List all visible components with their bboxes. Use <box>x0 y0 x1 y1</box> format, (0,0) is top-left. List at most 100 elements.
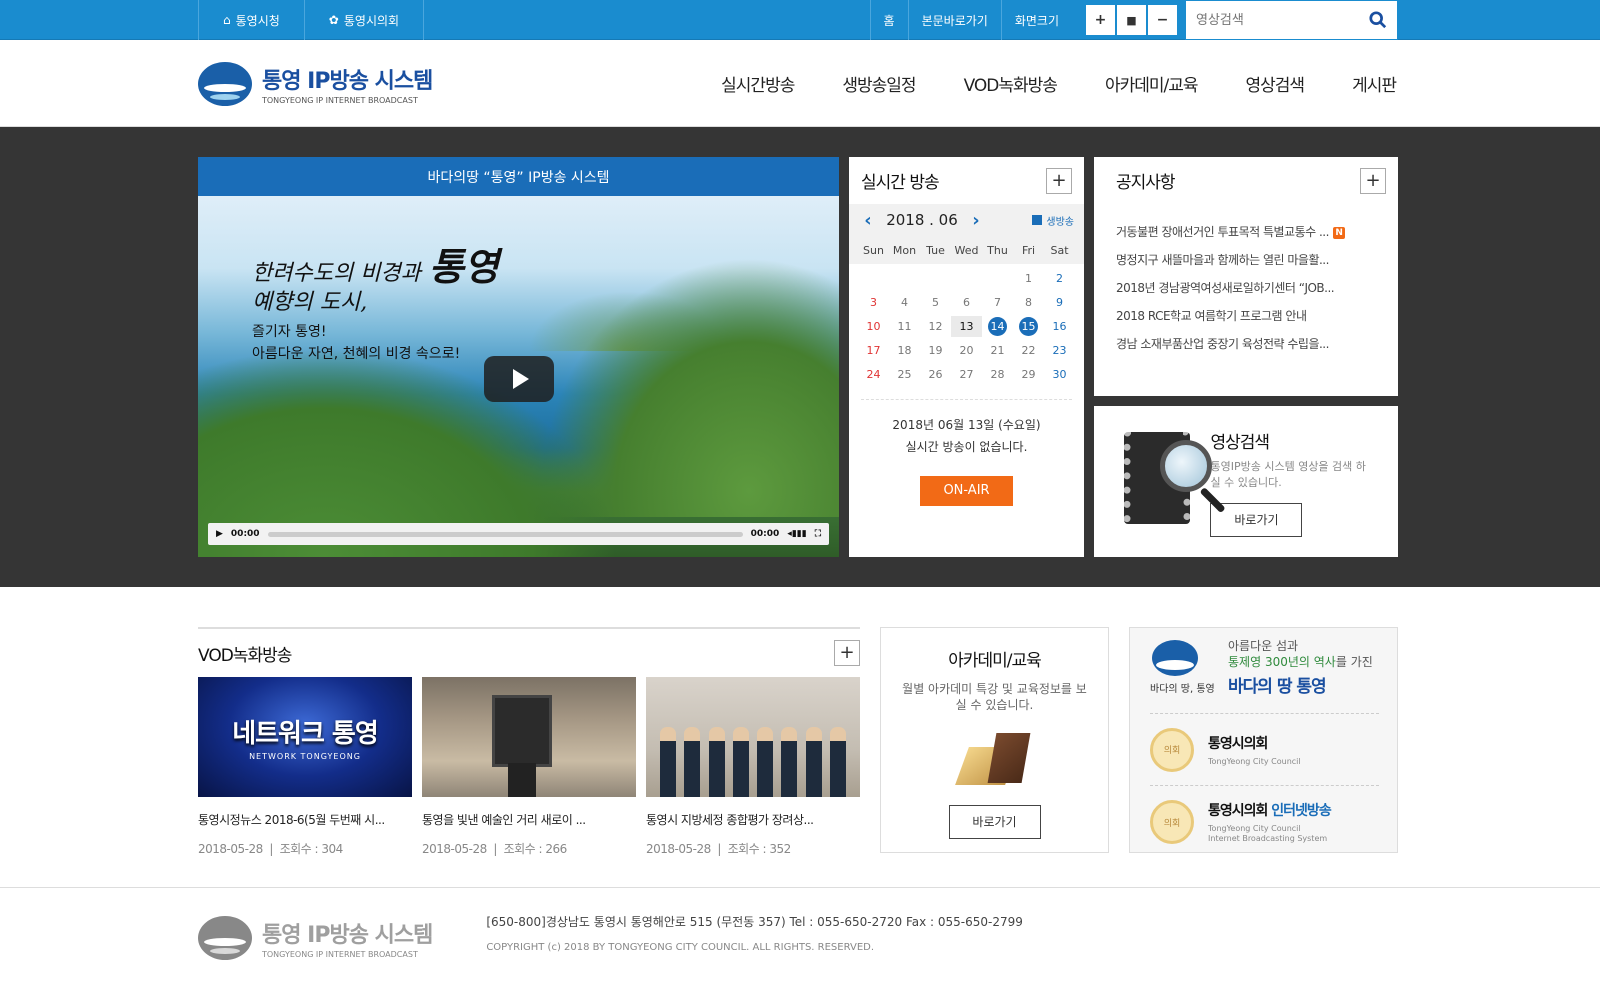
nav-live[interactable]: 실시간방송 <box>697 71 818 96</box>
calendar-day[interactable]: 29 <box>1013 364 1044 385</box>
notice-list: 거동불편 장애선거인 투표목적 특별교통수 ... N 명정지구 새뜰마을과 함께… <box>1094 204 1398 358</box>
vod-item[interactable]: 통영을 빛낸 예술인 거리 새로이 ... 2018-05-28 | 조회수 :… <box>422 677 636 857</box>
vod-thumbnail[interactable] <box>646 677 860 797</box>
live-more-button[interactable]: + <box>1046 167 1072 194</box>
calendar-day[interactable]: 12 <box>920 316 951 337</box>
vod-more-button[interactable]: + <box>834 640 860 666</box>
legend-square-icon <box>1032 215 1043 225</box>
selected-date: 2018년 06월 13일 (수요일) <box>892 418 1041 432</box>
vod-title: VOD녹화방송 <box>198 645 292 666</box>
search-input[interactable] <box>1196 12 1369 28</box>
nav-academy[interactable]: 아카데미/교육 <box>1081 71 1222 96</box>
book-icon <box>952 729 1038 791</box>
seek-bar[interactable] <box>267 531 743 537</box>
calendar-day[interactable]: 27 <box>951 364 982 385</box>
calendar-day[interactable]: 30 <box>1044 364 1075 385</box>
footer-logo-emblem-icon <box>198 914 252 962</box>
calendar-day[interactable]: 22 <box>1013 340 1044 361</box>
next-month-icon[interactable]: › <box>967 210 985 231</box>
home-link[interactable]: 홈 <box>869 0 908 40</box>
notice-item[interactable]: 거동불편 장애선거인 투표목적 특별교통수 ... N <box>1116 218 1376 246</box>
vod-item-meta: 2018-05-28 | 조회수 : 266 <box>422 842 567 856</box>
time-current: 00:00 <box>230 529 260 539</box>
calendar-day[interactable]: 4 <box>889 292 920 313</box>
council-tv-link[interactable]: 의회 통영시의회 인터넷방송 TongYeong City Council Int… <box>1150 786 1379 858</box>
main-nav: 실시간방송 생방송일정 VOD녹화방송 아카데미/교육 영상검색 게시판 <box>697 71 1398 96</box>
calendar-day[interactable]: 10 <box>858 316 889 337</box>
footer-logo: 통영 IP방송 시스템 TONGYEONG IP INTERNET BROADC… <box>198 914 433 962</box>
calendar-day[interactable]: 19 <box>920 340 951 361</box>
calendar-day[interactable]: 3 <box>858 292 889 313</box>
calendar-day[interactable]: 23 <box>1044 340 1075 361</box>
notice-item[interactable]: 2018 RCE학교 여름학기 프로그램 안내 <box>1116 302 1376 330</box>
player-controls: ▶ 00:00 00:00 ◂▮▮▮ ⛶ <box>208 523 829 545</box>
zoom-label: 화면크기 <box>1000 0 1072 40</box>
vod-item-title[interactable]: 통영을 빛낸 예술인 거리 새로이 ... <box>422 811 636 828</box>
nav-board[interactable]: 게시판 <box>1328 71 1398 96</box>
video-player: 바다의땅 “통영” IP방송 시스템 한려수도의 비경과 통영 예향의 도시, 즐기… <box>198 157 839 557</box>
zoom-reset-button[interactable]: ■ <box>1117 5 1146 35</box>
fullscreen-icon[interactable]: ⛶ <box>815 529 821 539</box>
vod-item[interactable]: 네트워크 통영 NETWORK TONGYEONG 통영시정뉴스 2018-6(… <box>198 677 412 857</box>
prev-month-icon[interactable]: ‹ <box>859 210 877 231</box>
related-links-panel: 바다의 땅, 통영 아름다운 섬과 통제영 300년의 역사를 가진 바다의 땅… <box>1129 627 1398 853</box>
vod-item-meta: 2018-05-28 | 조회수 : 304 <box>198 842 343 856</box>
play-button[interactable] <box>484 356 554 402</box>
nav-schedule[interactable]: 생방송일정 <box>818 71 939 96</box>
live-title: 실시간 방송 <box>861 173 940 193</box>
vod-thumbnail[interactable] <box>422 677 636 797</box>
header: 통영 IP방송 시스템 TONGYEONG IP INTERNET BROADC… <box>0 40 1600 127</box>
onair-button[interactable]: ON-AIR <box>920 476 1013 506</box>
volume-icon[interactable]: ◂▮▮▮ <box>787 529 806 539</box>
calendar-day[interactable]: 6 <box>951 292 982 313</box>
notice-item[interactable]: 명정지구 새뜰마을과 함께하는 열린 마을활... <box>1116 246 1376 274</box>
zoom-in-button[interactable]: + <box>1086 5 1115 35</box>
zoom-out-button[interactable]: − <box>1148 5 1177 35</box>
calendar-day[interactable]: 1 <box>1013 268 1044 289</box>
notice-item[interactable]: 2018년 경남광역여성새로일하기센터 “JOB... <box>1116 274 1376 302</box>
logo-subtitle: TONGYEONG IP INTERNET BROADCAST <box>262 95 418 105</box>
city-council-link[interactable]: ✿ 통영시의회 <box>303 0 425 40</box>
live-info: 2018년 06월 13일 (수요일) 실시간 방송이 없습니다. <box>861 399 1072 458</box>
calendar-day[interactable]: 21 <box>982 340 1013 361</box>
search-box <box>1185 0 1398 40</box>
calendar-day[interactable]: 5 <box>920 292 951 313</box>
lower-content: VOD녹화방송 + 네트워크 통영 NETWORK TONGYEONG 통영시정… <box>0 587 1600 887</box>
tongyeong-banner[interactable]: 바다의 땅, 통영 아름다운 섬과 통제영 300년의 역사를 가진 바다의 땅… <box>1150 638 1379 714</box>
notice-item[interactable]: 경남 소재부품산업 중장기 육성전략 수립을... <box>1116 330 1376 358</box>
notice-more-button[interactable]: + <box>1360 167 1386 194</box>
skip-to-content-link[interactable]: 본문바로가기 <box>907 0 1001 40</box>
city-hall-link[interactable]: ⌂ 통영시청 <box>198 0 304 40</box>
calendar-day[interactable]: 8 <box>1013 292 1044 313</box>
calendar-day[interactable]: 28 <box>982 364 1013 385</box>
council-link[interactable]: 의회 통영시의회 TongYeong City Council <box>1150 714 1379 786</box>
play-small-icon[interactable]: ▶ <box>216 529 223 539</box>
calendar-day[interactable]: 7 <box>982 292 1013 313</box>
calendar-day-live[interactable]: 14 <box>982 316 1013 337</box>
vod-thumbnail[interactable]: 네트워크 통영 NETWORK TONGYEONG <box>198 677 412 797</box>
calendar-day[interactable]: 25 <box>889 364 920 385</box>
site-logo[interactable]: 통영 IP방송 시스템 TONGYEONG IP INTERNET BROADC… <box>198 60 433 108</box>
calendar-day[interactable]: 26 <box>920 364 951 385</box>
calendar-day[interactable]: 9 <box>1044 292 1075 313</box>
play-icon <box>513 369 529 389</box>
calendar-day-today[interactable]: 13 <box>951 316 982 337</box>
vod-item-title[interactable]: 통영시 지방세정 종합평가 장려상... <box>646 811 860 828</box>
footer-address: [650-800]경상남도 통영시 통영해안로 515 (무전동 357) Te… <box>486 915 1023 929</box>
vod-item[interactable]: 통영시 지방세정 종합평가 장려상... 2018-05-28 | 조회수 : … <box>646 677 860 857</box>
calendar-day[interactable]: 20 <box>951 340 982 361</box>
logo-emblem-icon <box>198 60 252 108</box>
calendar-day[interactable]: 2 <box>1044 268 1075 289</box>
calendar-day[interactable]: 16 <box>1044 316 1075 337</box>
calendar-day[interactable]: 24 <box>858 364 889 385</box>
calendar-day[interactable]: 11 <box>889 316 920 337</box>
calendar-day[interactable]: 17 <box>858 340 889 361</box>
academy-go-button[interactable]: 바로가기 <box>948 805 1041 839</box>
search-icon[interactable] <box>1369 11 1387 29</box>
nav-vod[interactable]: VOD녹화방송 <box>940 71 1081 96</box>
calendar-day-live[interactable]: 15 <box>1013 316 1044 337</box>
nav-video-search[interactable]: 영상검색 <box>1222 71 1329 96</box>
video-frame[interactable]: 한려수도의 비경과 통영 예향의 도시, 즐기자 통영! 아름다운 자연, 천혜의 … <box>198 196 839 557</box>
calendar-day[interactable]: 18 <box>889 340 920 361</box>
vod-item-title[interactable]: 통영시정뉴스 2018-6(5월 두번째 시... <box>198 811 412 828</box>
